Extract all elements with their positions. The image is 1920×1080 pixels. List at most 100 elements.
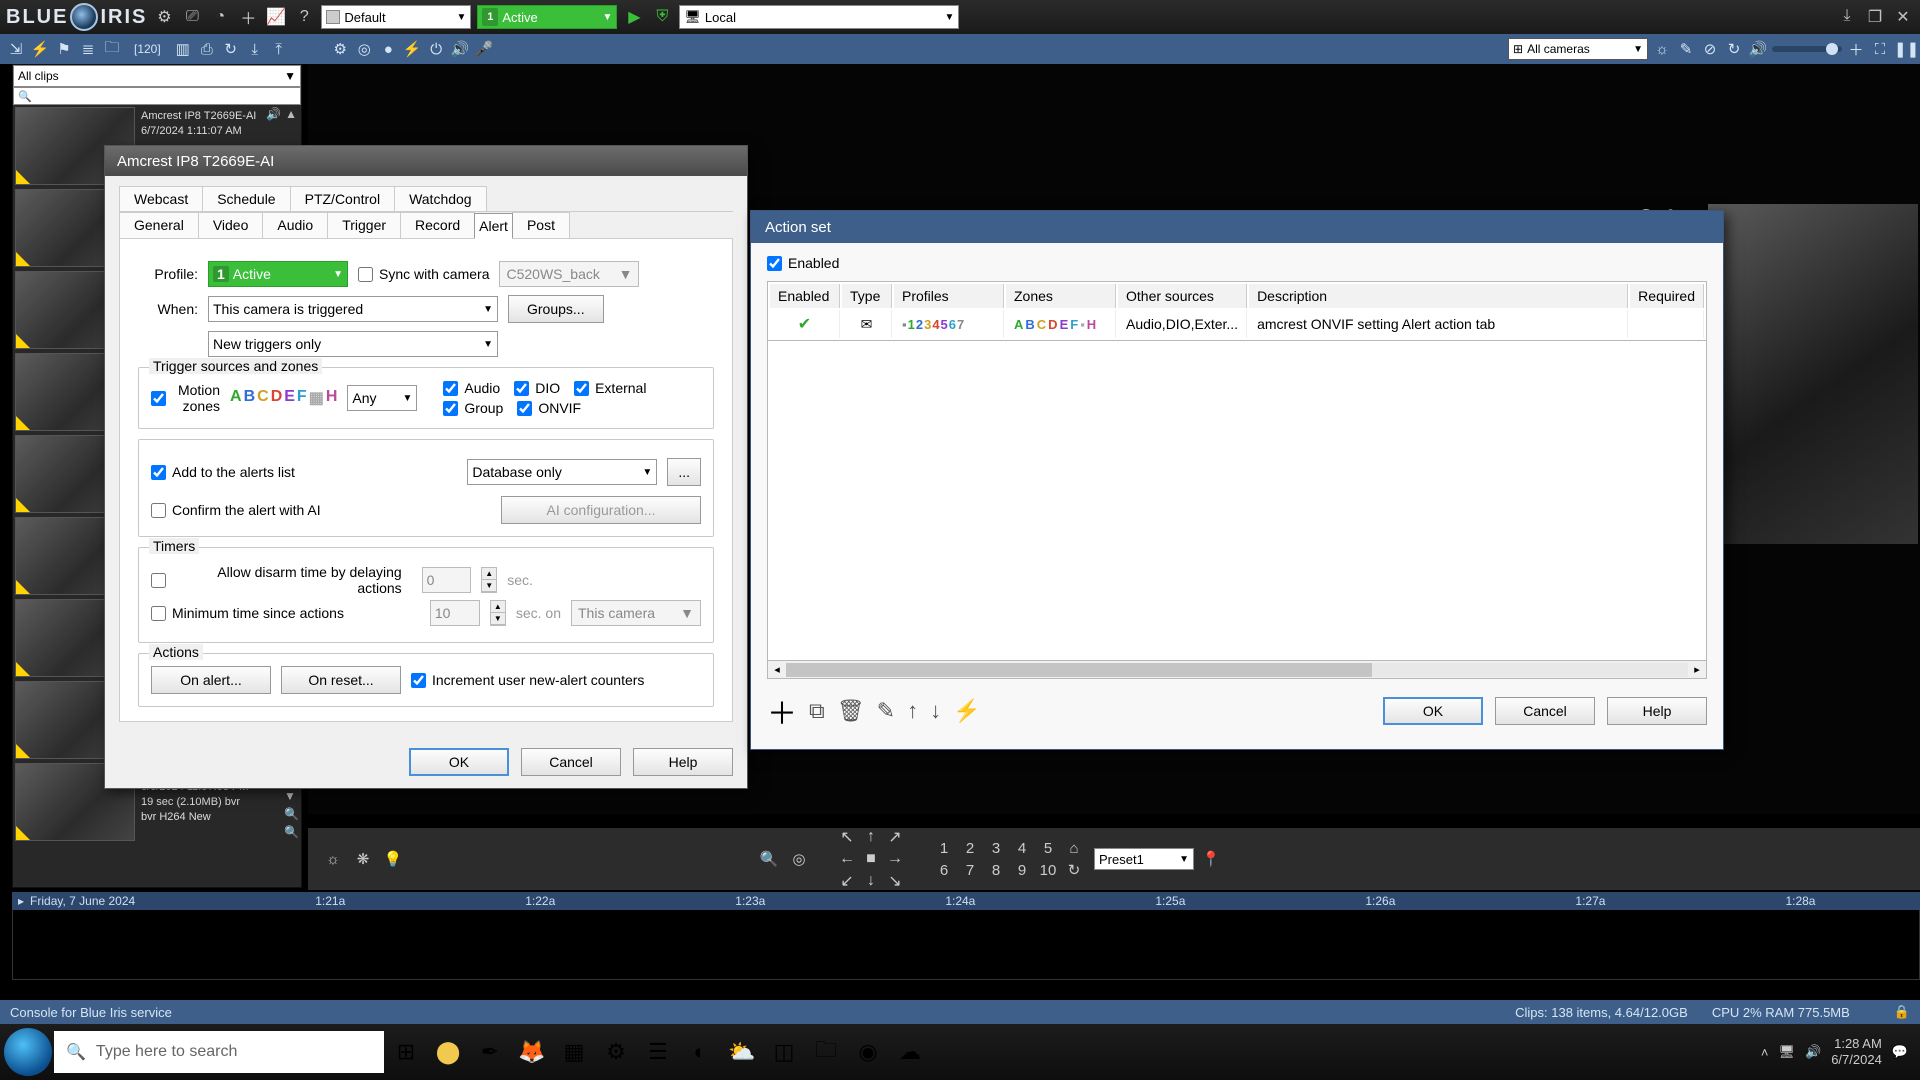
export-icon[interactable]: ⤓ bbox=[245, 41, 265, 58]
rec-icon[interactable]: ● bbox=[378, 41, 398, 58]
sun-icon[interactable]: ☼ bbox=[1652, 41, 1672, 58]
bolt2-icon[interactable]: ⚡ bbox=[402, 40, 422, 58]
dio-checkbox[interactable]: DIO bbox=[514, 380, 560, 396]
expand-icon[interactable]: ⇲ bbox=[6, 40, 26, 58]
folder-icon[interactable]: 🗀 bbox=[102, 37, 122, 62]
power-icon[interactable]: ⏻ bbox=[426, 41, 446, 58]
profile-select[interactable]: 1 Active▼ bbox=[208, 261, 348, 287]
disarm-checkbox[interactable]: Allow disarm time by delaying actions bbox=[151, 564, 402, 596]
close-icon[interactable]: ✕ bbox=[1892, 7, 1914, 27]
eclipse-icon[interactable]: ◐ bbox=[680, 1032, 720, 1072]
col-zones[interactable]: Zones bbox=[1006, 284, 1116, 308]
action-row[interactable]: ✔ ✉ ▪1234567 ABCDEF▪H Audio,DIO,Exter...… bbox=[770, 310, 1704, 338]
restore-icon[interactable]: ❐ bbox=[1864, 7, 1886, 27]
focus-icon[interactable]: ◎ bbox=[788, 850, 810, 868]
mic-icon[interactable]: 🎤 bbox=[474, 40, 494, 58]
tab-ptz[interactable]: PTZ/Control bbox=[290, 186, 395, 211]
group-checkbox[interactable]: Group bbox=[443, 400, 503, 416]
camera-icon[interactable]: ⎚ bbox=[181, 8, 203, 26]
gear2-icon[interactable]: ⚙ bbox=[330, 40, 350, 58]
refresh-icon[interactable]: ↻ bbox=[221, 40, 241, 58]
lock-icon[interactable]: 🔒 bbox=[1894, 1004, 1910, 1020]
sun1-icon[interactable]: ☼ bbox=[322, 851, 344, 868]
col-required[interactable]: Required bbox=[1630, 284, 1704, 308]
tab-record[interactable]: Record bbox=[400, 212, 475, 238]
volume2-icon[interactable]: 🔊 bbox=[1748, 40, 1768, 58]
weather-icon[interactable]: ⛅ bbox=[722, 1032, 762, 1072]
ok-button[interactable]: OK bbox=[409, 748, 509, 776]
alerts-mode-select[interactable]: Database only▼ bbox=[467, 459, 657, 485]
pin-icon[interactable]: 📍 bbox=[1200, 850, 1222, 868]
add-icon[interactable]: ＋ bbox=[237, 5, 259, 29]
edit-icon[interactable]: ✎ bbox=[1676, 40, 1696, 58]
chevron-down-icon[interactable]: ▼ bbox=[284, 789, 299, 803]
increment-checkbox[interactable]: Increment user new-alert counters bbox=[411, 672, 644, 688]
add-alerts-checkbox[interactable]: Add to the alerts list bbox=[151, 464, 295, 480]
sort-icon[interactable]: ⎙ bbox=[197, 41, 217, 58]
col-other[interactable]: Other sources bbox=[1118, 284, 1247, 308]
preset-select[interactable]: Preset1▼ bbox=[1094, 848, 1194, 870]
notification-icon[interactable]: 💬 bbox=[1892, 1044, 1908, 1060]
tray-clock[interactable]: 1:28 AM 6/7/2024 bbox=[1831, 1036, 1882, 1067]
chevron-up-icon[interactable]: ˄ bbox=[1761, 1045, 1769, 1060]
zoom-in-icon[interactable]: 🔍 bbox=[758, 850, 780, 868]
alerts-more-button[interactable]: ... bbox=[667, 458, 701, 486]
tab-schedule[interactable]: Schedule bbox=[202, 186, 290, 211]
blueiris-task-icon[interactable]: ◉ bbox=[848, 1032, 888, 1072]
add-action-button[interactable]: ＋ bbox=[767, 689, 797, 733]
test-icon[interactable]: ⚡ bbox=[953, 698, 980, 724]
camera-select[interactable]: ⊞ All cameras▼ bbox=[1508, 38, 1648, 60]
app-icon[interactable]: ▦ bbox=[554, 1032, 594, 1072]
gear-task-icon[interactable]: ⚙ bbox=[596, 1032, 636, 1072]
horizontal-scrollbar[interactable]: ◂▸ bbox=[767, 661, 1707, 679]
groups-button[interactable]: Groups... bbox=[508, 295, 604, 323]
on-alert-button[interactable]: On alert... bbox=[151, 666, 271, 694]
fullscreen-icon[interactable]: ⛶ bbox=[1870, 41, 1890, 58]
col-profiles[interactable]: Profiles bbox=[894, 284, 1004, 308]
stack-icon[interactable]: ≣ bbox=[78, 40, 98, 58]
pause-icon[interactable]: ❚❚ bbox=[1894, 40, 1914, 58]
zoom-icon[interactable]: 🔍 bbox=[284, 825, 299, 839]
bolt-icon[interactable]: ⚡ bbox=[30, 40, 50, 58]
zoom-icon[interactable]: 🔍 bbox=[284, 807, 299, 821]
tab-general[interactable]: General bbox=[119, 212, 199, 238]
edit-action-icon[interactable]: ✎ bbox=[877, 698, 895, 724]
enabled-checkbox[interactable]: Enabled bbox=[767, 255, 1707, 271]
sun2-icon[interactable]: ❋ bbox=[352, 850, 374, 868]
cloud-icon[interactable]: ☁ bbox=[890, 1032, 930, 1072]
help-button[interactable]: Help bbox=[633, 748, 733, 776]
external-checkbox[interactable]: External bbox=[574, 380, 646, 396]
duplicate-icon[interactable]: ⧉ bbox=[809, 698, 825, 724]
zone-mode-select[interactable]: Any▼ bbox=[347, 385, 417, 411]
app3-icon[interactable]: ◫ bbox=[764, 1032, 804, 1072]
windows-search-input[interactable]: 🔍 Type here to search bbox=[54, 1031, 384, 1073]
shield-icon[interactable]: ⛨ bbox=[651, 8, 673, 26]
taskview-icon[interactable]: ⊞ bbox=[386, 1032, 426, 1072]
settings-icon[interactable]: ⚙ bbox=[153, 7, 175, 27]
when-mode-select[interactable]: New triggers only▼ bbox=[208, 331, 498, 357]
help-icon[interactable]: ? bbox=[293, 8, 315, 26]
min-time-checkbox[interactable]: Minimum time since actions bbox=[151, 605, 344, 621]
timeline-ruler[interactable]: ▸ Friday, 7 June 2024 1:21a 1:22a 1:23a … bbox=[12, 892, 1920, 910]
monitor-icon[interactable]: 🖥 bbox=[1779, 1044, 1796, 1060]
confirm-ai-checkbox[interactable]: Confirm the alert with AI bbox=[151, 502, 321, 518]
pen-icon[interactable]: ✒ bbox=[470, 1032, 510, 1072]
volume-icon[interactable]: 🔊 bbox=[450, 40, 470, 58]
sound-icon[interactable]: 🔊 bbox=[1805, 1044, 1821, 1060]
sync-checkbox[interactable]: Sync with camera bbox=[358, 266, 489, 282]
tab-trigger[interactable]: Trigger bbox=[327, 212, 401, 238]
col-type[interactable]: Type bbox=[842, 284, 892, 308]
columns-icon[interactable]: ▥ bbox=[173, 40, 193, 58]
app2-icon[interactable]: ☰ bbox=[638, 1032, 678, 1072]
tab-watchdog[interactable]: Watchdog bbox=[394, 186, 487, 211]
ok-button[interactable]: OK bbox=[1383, 697, 1483, 725]
start-button[interactable] bbox=[4, 1028, 52, 1076]
graph-icon[interactable]: 📈 bbox=[265, 7, 287, 27]
volume-slider[interactable] bbox=[1772, 46, 1842, 52]
tab-webcast[interactable]: Webcast bbox=[119, 186, 203, 211]
live-video-tile[interactable] bbox=[1708, 204, 1918, 544]
motion-zones-checkbox[interactable]: Motion zones bbox=[151, 382, 220, 414]
cancel-button[interactable]: Cancel bbox=[1495, 697, 1595, 725]
import-icon[interactable]: ⤒ bbox=[269, 41, 289, 58]
tab-audio[interactable]: Audio bbox=[262, 212, 328, 238]
